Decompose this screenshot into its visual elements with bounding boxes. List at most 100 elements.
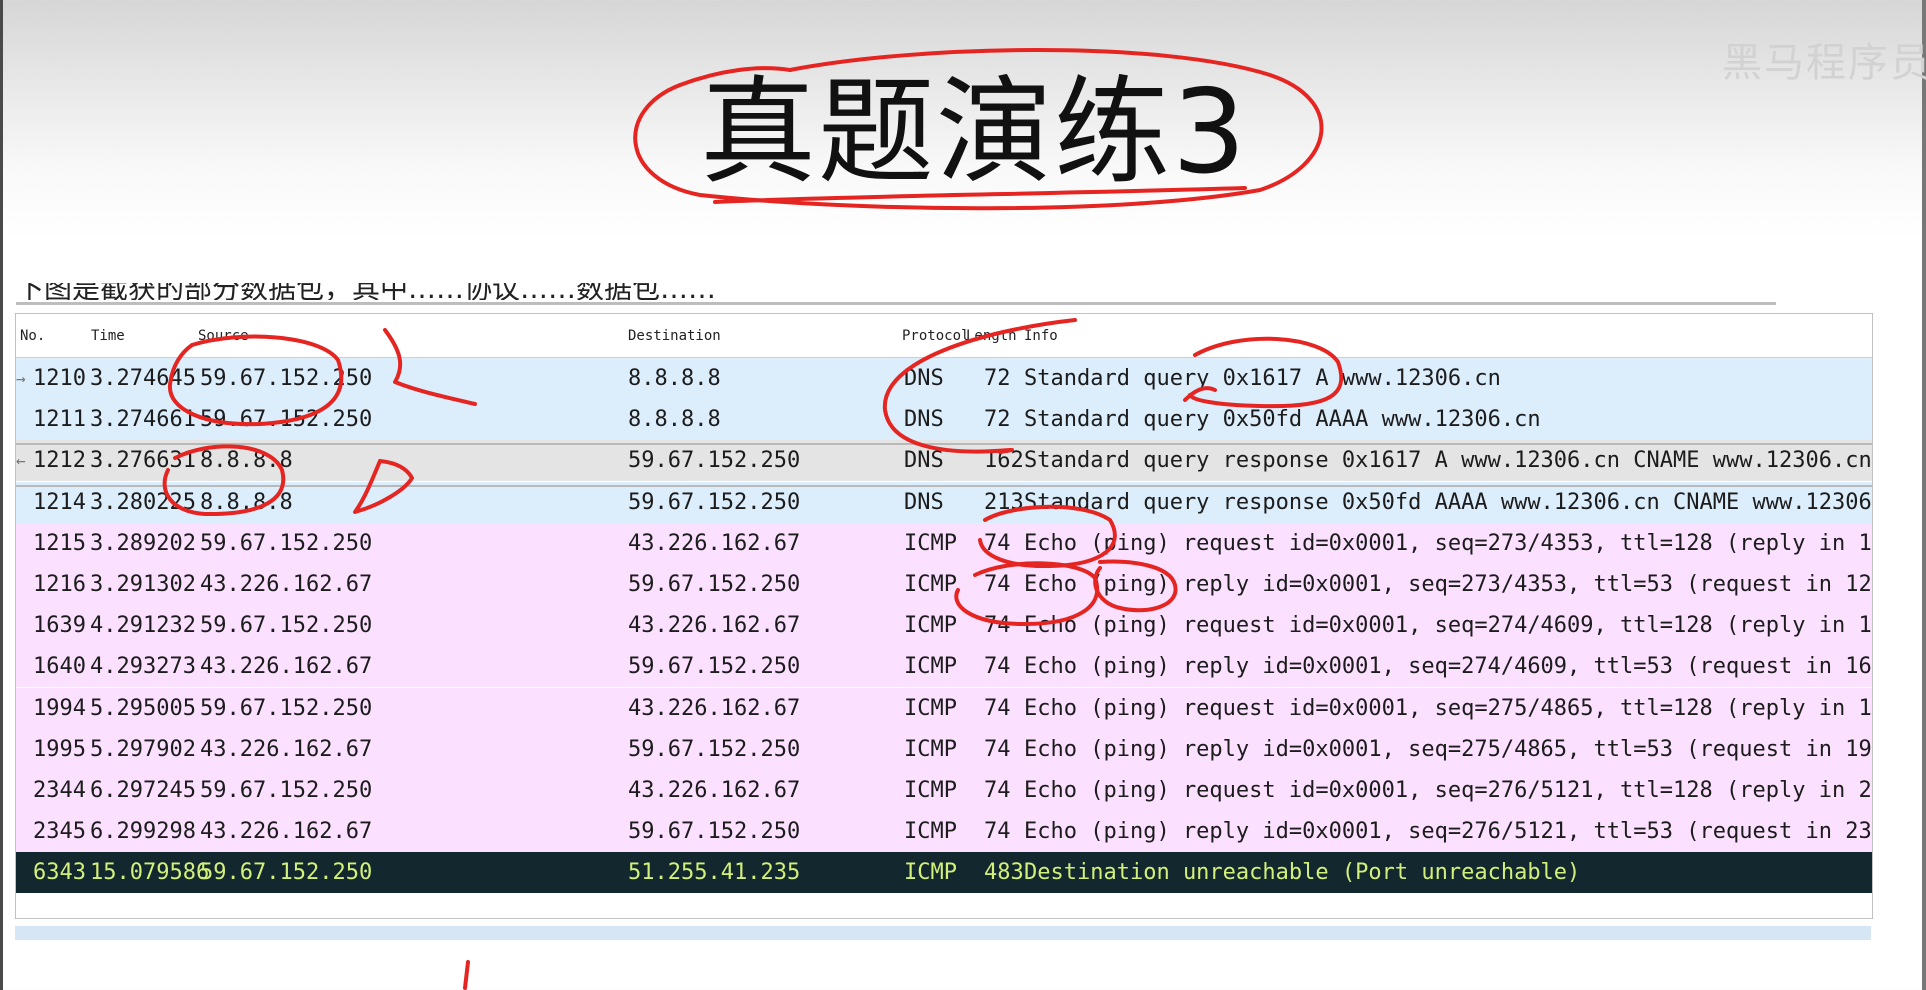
packet-list-header: No. Time Source Destination Protocol Len… [16,314,1872,358]
packet-destination: 51.255.41.235 [628,860,801,886]
packet-time: 6.299298 [90,819,196,845]
packet-length: 74 [984,530,1011,556]
packet-length: 74 [984,819,1011,845]
packet-number: 1212 [33,448,86,474]
packet-info: Standard query 0x50fd AAAA www.12306.cn [1024,407,1541,433]
packet-protocol: ICMP [904,819,957,845]
packet-length: 74 [984,778,1011,803]
watermark: 黑马程序员 [1722,40,1926,86]
packet-protocol: ICMP [904,530,957,556]
col-protocol-header[interactable]: Protocol [902,328,969,344]
packet-source: 59.67.152.250 [200,695,373,721]
packet-source: 59.67.152.250 [200,366,373,391]
packet-info: Destination unreachable (Port unreachabl… [1024,860,1581,886]
packet-number: 1210 [33,366,86,391]
packet-time: 3.291302 [90,572,196,597]
col-destination-header[interactable]: Destination [628,328,721,344]
col-length-header[interactable]: Length [966,328,1017,344]
packet-length: 483 [984,860,1024,886]
packet-number: 1211 [33,407,86,433]
packet-protocol: DNS [904,489,944,515]
packet-row[interactable]: 1640 4.293273 43.226.162.67 59.67.152.250 IC… [16,646,1873,688]
packet-number: 1216 [33,572,86,597]
packet-destination: 43.226.162.67 [628,530,801,556]
packet-source: 8.8.8.8 [200,489,293,515]
packet-destination: 8.8.8.8 [628,407,721,433]
packet-row[interactable]: 1216 3.291302 43.226.162.67 59.67.152.250 IC… [16,564,1872,605]
packet-info: Standard query response 0x50fd AAAA www.… [1024,489,1872,515]
packet-source: 59.67.152.250 [200,613,373,639]
packet-row[interactable]: 2345 6.299298 43.226.162.67 59.67.152.250 IC… [16,811,1873,853]
packet-info: Echo (ping) reply id=0x0001, seq=275/486… [1024,736,1873,762]
packet-time: 3.274661 [90,407,196,433]
packet-details-strip [15,926,1871,940]
col-source-header[interactable]: Source [198,328,249,344]
packet-row[interactable]: 1215 3.289202 59.67.152.250 43.226.162.67 IC… [16,522,1873,564]
packet-destination: 43.226.162.67 [628,613,801,639]
packet-info: Echo (ping) reply id=0x0001, seq=274/460… [1024,654,1873,680]
packet-destination: 43.226.162.67 [628,695,801,721]
packet-row[interactable]: 1214 3.280225 8.8.8.8 59.67.152.250 DNS 213 St… [16,481,1872,523]
packet-destination: 59.67.152.250 [628,489,801,515]
packet-row[interactable]: 2344 6.297245 59.67.152.250 43.226.162.67 IC… [16,770,1872,811]
packet-length: 72 [984,407,1011,433]
packet-destination: 59.67.152.250 [628,654,801,680]
packet-number: 2344 [33,778,86,803]
col-time-header[interactable]: Time [91,328,125,344]
packet-source: 59.67.152.250 [200,860,373,886]
packet-time: 3.274645 [90,366,196,391]
packet-source: 43.226.162.67 [200,736,373,762]
packet-info: Echo (ping) reply id=0x0001, seq=273/435… [1024,572,1873,597]
packet-number: 1214 [33,489,86,515]
packet-row[interactable]: 1639 4.291232 59.67.152.250 43.226.162.67 IC… [16,605,1873,647]
packet-source: 43.226.162.67 [200,654,373,680]
packet-row[interactable]: → 1210 3.274645 59.67.152.250 8.8.8.8 DNS 72 St… [16,358,1872,399]
packet-row[interactable]: ← 1212 3.276631 8.8.8.8 59.67.152.250 DNS 162 S… [16,440,1872,482]
packet-time: 5.295005 [90,695,196,721]
packet-info: Standard query response 0x1617 A www.123… [1024,448,1872,474]
packet-info: Echo (ping) request id=0x0001, seq=273/4… [1024,530,1873,556]
packet-protocol: ICMP [904,654,957,680]
packet-info: Echo (ping) reply id=0x0001, seq=276/512… [1024,819,1873,845]
packet-time: 6.297245 [90,778,196,803]
packet-length: 162 [984,448,1024,474]
packet-protocol: DNS [904,448,944,474]
packet-protocol: ICMP [904,778,957,803]
packet-number: 2345 [33,819,86,845]
packet-row[interactable]: 6343 15.079586 59.67.152.250 51.255.41.235 I… [16,852,1872,894]
packet-protocol: ICMP [904,860,957,886]
col-info-header[interactable]: Info [1024,328,1058,344]
packet-length: 74 [984,572,1011,597]
packet-length: 74 [984,613,1011,639]
packet-source: 59.67.152.250 [200,407,373,433]
packet-time: 5.297902 [90,736,196,762]
packet-length: 74 [984,654,1011,680]
packet-number: 1639 [33,613,86,639]
row-divider [16,485,1872,487]
packet-source: 59.67.152.250 [200,530,373,556]
packet-destination: 59.67.152.250 [628,819,801,845]
packet-row[interactable]: 1995 5.297902 43.226.162.67 59.67.152.250 IC… [16,728,1873,770]
packet-length: 74 [984,695,1011,721]
col-no-header[interactable]: No. [20,328,45,344]
packet-row[interactable]: 1211 3.274661 59.67.152.250 8.8.8.8 DNS 72 Sta… [16,399,1872,441]
packet-time: 4.293273 [90,654,196,680]
packet-protocol: DNS [904,366,944,391]
packet-time: 15.079586 [90,860,210,886]
packet-info: Echo (ping) request id=0x0001, seq=274/4… [1024,613,1873,639]
packet-time: 3.280225 [90,489,196,515]
packet-row[interactable]: 1994 5.295005 59.67.152.250 43.226.162.67 IC… [16,687,1872,729]
packet-list[interactable]: No. Time Source Destination Protocol Len… [15,313,1873,919]
packet-protocol: ICMP [904,695,957,721]
packet-protocol: DNS [904,407,944,433]
packet-source: 43.226.162.67 [200,572,373,597]
packet-info: Echo (ping) request id=0x0001, seq=276/5… [1024,778,1873,803]
packet-number: 6343 [33,860,86,886]
row-divider [16,443,1872,445]
packet-source: 8.8.8.8 [200,448,293,474]
right-edge [1922,0,1926,990]
packet-destination: 59.67.152.250 [628,448,801,474]
packet-destination: 43.226.162.67 [628,778,801,803]
packet-time: 3.276631 [90,448,196,474]
packet-destination: 59.67.152.250 [628,572,801,597]
